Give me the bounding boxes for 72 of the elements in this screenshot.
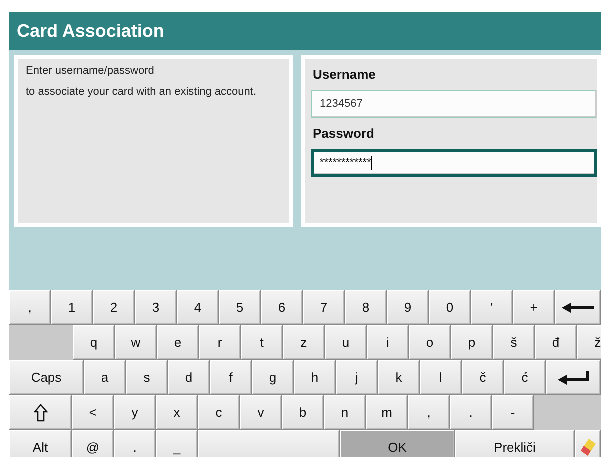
key[interactable]: ' [471, 290, 513, 325]
key[interactable]: d [168, 360, 210, 395]
key[interactable]: h [294, 360, 336, 395]
key[interactable]: 2 [93, 290, 135, 325]
key[interactable]: j [336, 360, 378, 395]
key[interactable]: 6 [261, 290, 303, 325]
eraser-key[interactable] [575, 430, 601, 457]
key[interactable]: n [324, 395, 366, 430]
key[interactable]: , [9, 290, 51, 325]
key[interactable]: z [283, 325, 325, 360]
eraser-icon [579, 438, 597, 457]
key[interactable]: Alt [9, 430, 72, 457]
key[interactable]: x [156, 395, 198, 430]
key[interactable]: ž [577, 325, 601, 360]
enter-key[interactable] [546, 360, 601, 395]
key[interactable]: s [126, 360, 168, 395]
key[interactable]: q [73, 325, 115, 360]
backspace-key[interactable] [555, 290, 601, 325]
key[interactable]: a [84, 360, 126, 395]
action-key[interactable]: Prekliči [455, 430, 575, 457]
window-title: Card Association [9, 12, 601, 50]
shift-key[interactable] [9, 395, 72, 430]
field-label: Username [313, 67, 377, 82]
key[interactable]: 1 [51, 290, 93, 325]
field-label: Password [313, 126, 376, 141]
action-key[interactable]: OK [340, 430, 455, 457]
input-field[interactable]: 1234567 [311, 90, 597, 118]
key[interactable]: o [409, 325, 451, 360]
key[interactable]: r [199, 325, 241, 360]
key[interactable]: e [157, 325, 199, 360]
key[interactable]: š [493, 325, 535, 360]
key[interactable]: Caps [9, 360, 84, 395]
key[interactable]: ć [504, 360, 546, 395]
key[interactable]: 4 [177, 290, 219, 325]
info-text: Enter username/password [26, 65, 156, 77]
key[interactable]: g [252, 360, 294, 395]
key[interactable]: 8 [345, 290, 387, 325]
key[interactable]: đ [535, 325, 577, 360]
key[interactable]: l [420, 360, 462, 395]
key[interactable]: 3 [135, 290, 177, 325]
key[interactable]: b [282, 395, 324, 430]
key[interactable]: @ [72, 430, 114, 457]
info-text: to associate your card with an existing account. [26, 86, 258, 98]
key[interactable]: 0 [429, 290, 471, 325]
key[interactable]: i [367, 325, 409, 360]
key[interactable]: c [198, 395, 240, 430]
key[interactable]: - [492, 395, 534, 430]
key[interactable]: f [210, 360, 252, 395]
key[interactable]: . [114, 430, 156, 457]
key[interactable]: 7 [303, 290, 345, 325]
key[interactable]: _ [156, 430, 198, 457]
key[interactable]: , [408, 395, 450, 430]
blank-key [9, 325, 73, 360]
key[interactable]: m [366, 395, 408, 430]
backspace-arrow-icon [562, 302, 594, 312]
key[interactable]: v [240, 395, 282, 430]
input-field[interactable]: ************ [311, 149, 597, 177]
key[interactable]: w [115, 325, 157, 360]
blank-key [534, 395, 601, 430]
key[interactable]: + [513, 290, 555, 325]
shift-arrow-icon [34, 404, 48, 422]
key[interactable]: < [72, 395, 114, 430]
key[interactable]: p [451, 325, 493, 360]
key[interactable]: č [462, 360, 504, 395]
key[interactable]: . [450, 395, 492, 430]
key[interactable]: k [378, 360, 420, 395]
key[interactable]: u [325, 325, 367, 360]
key[interactable]: 9 [387, 290, 429, 325]
enter-arrow-icon [558, 370, 590, 384]
key[interactable]: y [114, 395, 156, 430]
key[interactable]: 5 [219, 290, 261, 325]
key[interactable]: t [241, 325, 283, 360]
